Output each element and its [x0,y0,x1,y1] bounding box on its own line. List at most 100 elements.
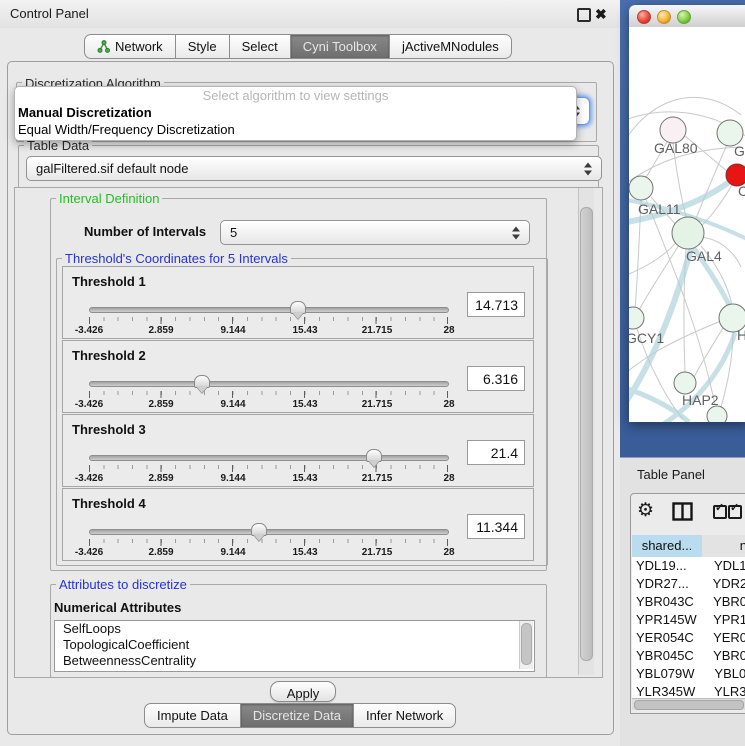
slider-thumb[interactable] [366,449,382,462]
tick-label: 2.859 [148,325,173,336]
slider-track[interactable] [89,381,449,387]
minimize-traffic-light-icon[interactable] [657,10,671,24]
popup-item-equal-width-frequency[interactable]: Equal Width/Frequency Discretization [15,121,576,138]
table-row[interactable]: YDL19... YDL1 [632,557,745,575]
tab-label: Discretize Data [253,704,341,727]
cell-shared-name[interactable]: YER054C [632,629,698,647]
cell-name[interactable]: YLR3 [699,683,745,698]
node-gcy1[interactable] [629,307,644,329]
tab-network[interactable]: Network [84,34,176,59]
table-row[interactable]: YER054C YER0 [632,629,745,647]
cell-shared-name[interactable]: YDR27... [632,575,698,593]
threshold-slider[interactable]: -3.4262.8599.14415.4321.71528 [89,304,449,336]
threshold-value-field[interactable] [467,514,525,539]
cell-shared-name[interactable]: YPR145W [632,611,698,629]
cell-shared-name[interactable]: YDL19... [632,557,699,575]
threshold-slider[interactable]: -3.4262.8599.14415.4321.71528 [89,452,449,484]
threshold-slider[interactable]: -3.4262.8599.14415.4321.71528 [89,378,449,410]
slider-track[interactable] [89,455,449,461]
table-row[interactable]: YDR27... YDR2 [632,575,745,593]
gear-icon[interactable]: ⚙ [637,500,654,522]
tab-impute-data[interactable]: Impute Data [144,703,241,728]
tab-style[interactable]: Style [175,34,230,59]
threshold-slider[interactable]: -3.4262.8599.14415.4321.71528 [89,526,449,558]
attribute-item[interactable]: SelfLoops [55,621,534,637]
tick-label: 15.43 [292,399,317,410]
close-traffic-light-icon[interactable] [637,10,651,24]
node-label: GA [734,143,745,159]
table-row[interactable]: YLR345W YLR3 [632,683,745,698]
numerical-attributes-list[interactable]: SelfLoopsTopologicalCoefficientBetweenne… [54,620,535,672]
close-icon[interactable]: ✖ [595,5,607,23]
table-row[interactable]: YBL079W YBL0 [632,665,745,683]
tab-cyni-toolbox[interactable]: Cyni Toolbox [290,34,390,59]
node-hap2[interactable] [674,372,696,394]
slider-thumb[interactable] [251,523,267,536]
column-header-shared-name[interactable]: shared... [632,535,703,558]
node-gal11[interactable] [629,176,653,200]
cell-name[interactable]: YPR1 [698,611,745,629]
cell-shared-name[interactable]: YBR045C [632,647,698,665]
slider-major-ticks [89,391,448,398]
slider-thumb[interactable] [194,375,210,388]
cell-name[interactable]: YDR2 [698,575,745,593]
vertical-scrollbar-thumb[interactable] [580,207,593,661]
threshold-panel: Threshold 3 -3.4262.8599.14415.4321.7152… [62,414,534,487]
zoom-traffic-light-icon[interactable] [677,10,691,24]
table-row[interactable]: YPR145W YPR1 [632,611,745,629]
tab-select[interactable]: Select [229,34,291,59]
number-of-intervals-label: Number of Intervals [84,224,206,239]
network-canvas[interactable]: GAL80 GA C GAL11 GAL4 GCY1 H HAP2 [629,27,745,422]
column-header-name[interactable]: na [702,535,745,558]
horizontal-scrollbar-thumb[interactable] [634,700,744,710]
cell-shared-name[interactable]: YBR043C [632,593,698,611]
checkbox-icon[interactable]: ✓ [728,505,742,519]
attribute-item[interactable]: BetweennessCentrality [55,653,534,669]
slider-major-ticks [89,539,448,546]
tab-label: Cyni Toolbox [303,35,377,58]
cell-shared-name[interactable]: YLR345W [632,683,699,698]
numerical-attributes-label: Numerical Attributes [54,600,181,615]
tab-discretize-data[interactable]: Discretize Data [240,703,354,728]
node-gal4[interactable] [672,217,704,249]
tick-label: 2.859 [148,547,173,558]
checkbox-icon[interactable]: ✓ [713,505,727,519]
tick-label: 9.144 [220,399,245,410]
split-columns-icon[interactable] [672,502,693,521]
cell-name[interactable]: YBR0 [698,647,745,665]
popup-item-manual-discretization[interactable]: Manual Discretization [15,104,576,121]
tab-jactivemnodules[interactable]: jActiveMNodules [389,34,512,59]
tab-label: Select [242,35,278,58]
combo-stepper-icon [512,226,521,239]
node-partial[interactable] [707,406,727,422]
table-data-combo[interactable]: galFiltered.sif default node [26,156,602,181]
table-row[interactable]: YBR045C YBR0 [632,647,745,665]
cell-name[interactable]: YBL0 [699,665,745,683]
check-glyph: ✓ [730,501,739,514]
interval-definition-legend: Interval Definition [56,191,162,206]
tab-infer-network[interactable]: Infer Network [353,703,456,728]
threshold-value-field[interactable] [467,440,525,465]
cell-name[interactable]: YER0 [698,629,745,647]
apply-button[interactable]: Apply [270,681,336,702]
tick-label: -3.426 [75,399,103,410]
table-row[interactable]: YBR043C YBR0 [632,593,745,611]
cell-name[interactable]: YBR0 [698,593,745,611]
slider-track[interactable] [89,307,449,313]
tick-label: 21.715 [362,473,393,484]
popup-placeholder: Select algorithm to view settings [15,87,576,104]
tick-label: 2.859 [148,473,173,484]
attribute-item[interactable]: TopologicalCoefficient [55,637,534,653]
number-of-intervals-combo[interactable]: 5 [220,220,530,245]
slider-thumb[interactable] [290,301,306,314]
tick-label: 15.43 [292,473,317,484]
slider-track[interactable] [89,529,449,535]
cell-name[interactable]: YDL1 [699,557,745,575]
float-window-icon[interactable] [577,8,591,22]
threshold-value-field[interactable] [467,292,525,317]
list-scrollbar-thumb[interactable] [521,623,532,665]
cell-shared-name[interactable]: YBL079W [632,665,699,683]
network-window-titlebar[interactable] [629,5,745,28]
tick-label: -3.426 [75,325,103,336]
threshold-value-field[interactable] [467,366,525,391]
